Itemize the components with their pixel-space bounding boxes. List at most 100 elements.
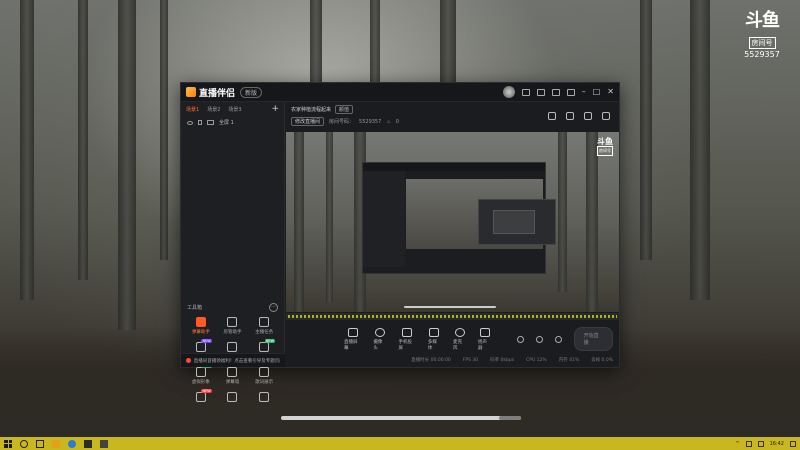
- badge-icon: [195, 342, 206, 352]
- scroll-thumb[interactable]: [499, 416, 521, 420]
- notification-icon[interactable]: [790, 440, 796, 447]
- start-live-button[interactable]: 开始直播: [573, 327, 613, 351]
- volume-icon[interactable]: [757, 440, 764, 447]
- app-icon[interactable]: [84, 439, 92, 448]
- tree-trunk: [640, 0, 652, 260]
- file-explorer-icon[interactable]: [52, 439, 60, 448]
- tree-trunk: [78, 0, 88, 280]
- network-icon[interactable]: [745, 440, 752, 447]
- live-companion-window: 直播伴侣 新版 – □ ✕ 场景1 场景2 场景3 + 全屏 1 工具箱 ···…: [180, 82, 620, 402]
- screen-capture-button[interactable]: 直播屏幕: [344, 327, 361, 351]
- microphone-button[interactable]: 麦克风: [452, 327, 466, 351]
- lock-icon[interactable]: [198, 120, 202, 125]
- preview-scrollbar[interactable]: [404, 306, 496, 308]
- message-icon[interactable]: [521, 88, 530, 96]
- video-icon[interactable]: [517, 335, 524, 343]
- gear-icon[interactable]: [554, 335, 562, 343]
- phone-icon: [402, 327, 413, 337]
- search-icon[interactable]: [20, 439, 28, 448]
- skin-icon[interactable]: [551, 88, 560, 96]
- stream-preview[interactable]: 斗鱼 房间号: [286, 132, 619, 312]
- tab-scene-3[interactable]: 场景3: [228, 106, 241, 113]
- tree-trunk: [118, 0, 136, 330]
- screen-icon: [207, 120, 214, 125]
- tool-extra-1[interactable]: NEW: [185, 389, 217, 402]
- tree-trunk: [370, 0, 380, 90]
- clock[interactable]: 16:42: [770, 441, 784, 447]
- tool-admin-assistant[interactable]: 房管助手: [217, 317, 249, 335]
- settings-icon[interactable]: [566, 88, 575, 96]
- version-badge[interactable]: 新版: [240, 86, 263, 98]
- shop-icon[interactable]: [566, 112, 574, 120]
- user-avatar[interactable]: [502, 86, 515, 98]
- eye-icon[interactable]: [535, 335, 543, 343]
- toolbox-header: 工具箱 ···: [181, 302, 284, 312]
- room-title[interactable]: 农家种植流程起来: [291, 106, 331, 113]
- lyrics-icon: [259, 367, 270, 377]
- share-icon[interactable]: [602, 112, 610, 120]
- task-view-icon[interactable]: [36, 439, 44, 448]
- audio-level-bar: [286, 313, 619, 320]
- title-bar: 直播伴侣 新版 – □ ✕: [181, 83, 619, 102]
- status-bar: 直播时长 00:00:00 FPS 30 码率 0kbps CPU 12% 内存…: [285, 353, 619, 367]
- tool-anchor-task[interactable]: 主播任务: [248, 317, 280, 335]
- chevron-up-icon[interactable]: ^: [735, 441, 739, 447]
- tool-label: 主播任务: [255, 330, 274, 335]
- room-category[interactable]: 颜值: [335, 105, 354, 114]
- add-scene-button[interactable]: +: [271, 104, 279, 114]
- gift-box-icon[interactable]: [548, 112, 556, 120]
- visibility-icon[interactable]: [187, 120, 193, 125]
- source-item[interactable]: 全屏 1: [181, 116, 284, 129]
- tab-scene-2[interactable]: 场景2: [207, 106, 220, 113]
- source-controls: 直播屏幕 摄像头 手机投屏 多媒体 麦克风 扬声器 开始直播: [286, 324, 619, 354]
- camera-icon: [374, 327, 385, 337]
- maximize-icon[interactable]: □: [593, 88, 601, 96]
- nested-preview-window: [362, 162, 556, 274]
- edge-icon[interactable]: [68, 439, 76, 448]
- tool-danmu-assistant[interactable]: 弹幕助手: [185, 317, 217, 335]
- play-icon: [429, 327, 440, 337]
- control-label: 麦克风: [452, 339, 462, 351]
- camera-button[interactable]: 摄像头: [373, 327, 386, 351]
- control-label: 多媒体: [427, 339, 437, 351]
- start-icon[interactable]: [4, 439, 12, 448]
- edit-room-button[interactable]: 修改直播间: [291, 117, 325, 126]
- room-title-row: 农家种植流程起来 颜值: [291, 105, 399, 114]
- minimize-icon[interactable]: –: [582, 88, 586, 96]
- avatar-icon: [195, 367, 206, 377]
- main-panel: 农家种植流程起来 颜值 修改直播间 房间号码： 5529357 ♨ 0 斗鱼 房…: [286, 102, 619, 353]
- tool-label: 虚拟形象: [191, 380, 210, 385]
- room-actions: [548, 105, 614, 127]
- titlebar-actions: – □ ✕: [502, 86, 614, 98]
- bell-icon[interactable]: [584, 112, 592, 120]
- douyu-watermark: 斗鱼 房间号 5529357: [736, 12, 788, 60]
- tool-extra-2[interactable]: [217, 392, 249, 402]
- room-id: 5529357: [359, 118, 382, 125]
- app-brand: 直播伴侣: [186, 86, 235, 99]
- speaker-button[interactable]: 扬声器: [478, 327, 491, 351]
- notice-bar[interactable]: 直播间首播领福利！点击查看引导及专题页面: [181, 353, 285, 367]
- monitor-icon: [347, 327, 358, 337]
- close-icon[interactable]: ✕: [607, 88, 614, 96]
- tab-scene-1[interactable]: 场景1: [186, 106, 199, 113]
- tool-danmu-wall[interactable]: 弹幕墙: [217, 367, 249, 385]
- gift-icon[interactable]: [536, 88, 545, 96]
- room-badge: 房间号: [748, 37, 776, 49]
- live-companion-taskbar-icon[interactable]: [100, 439, 108, 448]
- tool-extra-3[interactable]: [248, 392, 280, 402]
- media-button[interactable]: 多媒体: [427, 327, 441, 351]
- desktop-scrollbar[interactable]: [281, 416, 521, 420]
- tool-lyrics[interactable]: 歌词展示: [248, 367, 280, 385]
- tree-trunk: [20, 0, 34, 300]
- nested-nested-preview: [493, 210, 535, 234]
- system-tray: ^ 16:42: [735, 440, 796, 447]
- app-logo-icon: [186, 87, 196, 97]
- tool-avatar-2[interactable]: NEW虚拟形象: [185, 364, 217, 385]
- more-tools-button[interactable]: ···: [269, 302, 278, 312]
- download-icon: [227, 392, 238, 402]
- phone-cast-button[interactable]: 手机投屏: [398, 327, 415, 351]
- status-fps: FPS 30: [462, 357, 479, 363]
- tree-trunk: [310, 0, 322, 90]
- toolbox: 工具箱 ··· 弹幕助手 房管助手 主播任务 NEW粉丝勋章 录入直播 NEW虚…: [181, 302, 284, 402]
- audio-meter: [288, 315, 617, 318]
